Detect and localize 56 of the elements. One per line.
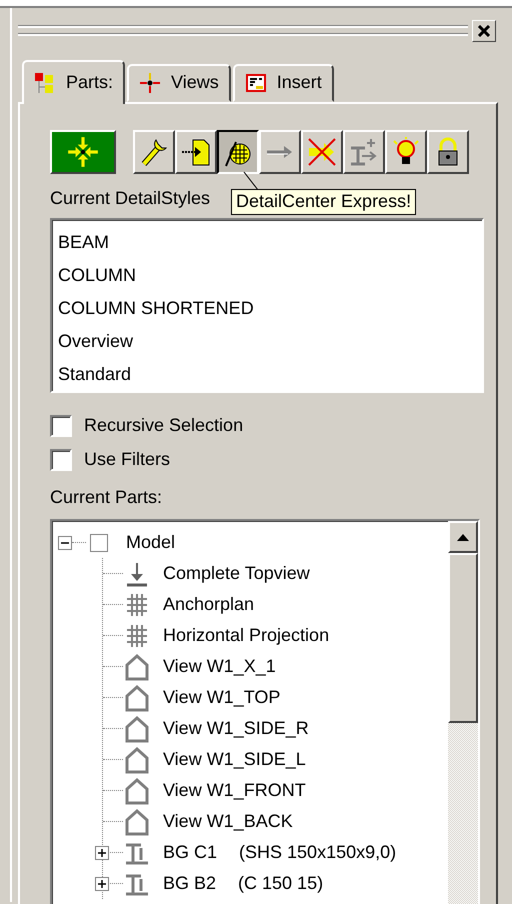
- form-icon: [244, 72, 267, 94]
- list-item[interactable]: Overview: [58, 325, 476, 358]
- list-item[interactable]: Standard: [58, 358, 476, 391]
- expand-icon[interactable]: [95, 846, 109, 860]
- tree-item[interactable]: View W1_BACK: [163, 810, 293, 832]
- tab[interactable]: Views: [127, 64, 231, 102]
- list-item[interactable]: COLUMN: [58, 259, 476, 292]
- tree-item[interactable]: Anchorplan: [163, 594, 254, 616]
- tree-item[interactable]: BG B2: [163, 872, 216, 894]
- house-icon: [123, 652, 151, 680]
- leader-line: [243, 171, 259, 192]
- profile-text: (SHS 150x150x9,0): [239, 842, 396, 864]
- tree-checkbox[interactable]: [90, 534, 108, 552]
- arrows-icon: [66, 135, 100, 169]
- profile-text: (C 150 15): [238, 872, 324, 894]
- tree-item[interactable]: View W1_SIDE_R: [163, 718, 309, 740]
- house-icon: [123, 808, 151, 836]
- tree-item[interactable]: View W1_TOP: [163, 686, 280, 708]
- checkbox-label: Use Filters: [84, 449, 170, 471]
- tree-item[interactable]: Model: [126, 532, 176, 554]
- scroll-up-button[interactable]: [448, 521, 478, 553]
- tree-item[interactable]: BG C1: [163, 842, 218, 864]
- section-label: Current Parts:: [50, 487, 162, 507]
- tab[interactable]: Insert: [232, 64, 334, 102]
- list-item[interactable]: BEAM: [58, 226, 476, 259]
- expand-icon[interactable]: [95, 877, 109, 891]
- tree-item[interactable]: View W1_FRONT: [163, 780, 306, 802]
- house-icon: [123, 776, 151, 804]
- detail-styles-list[interactable]: BEAM COLUMN COLUMN SHORTENED Overview Standard: [50, 218, 484, 393]
- section-label: Current DetailStyles: [50, 188, 210, 208]
- tree-item[interactable]: View W1_X_1: [163, 656, 276, 678]
- house-icon: [123, 684, 151, 712]
- tree-item[interactable]: Horizontal Projection: [163, 624, 330, 646]
- scrollbar[interactable]: [448, 521, 478, 904]
- toolbar-button[interactable]: [217, 130, 259, 174]
- tooltip: DetailCenter Express!: [231, 189, 416, 215]
- checkbox-label: Recursive Selection: [84, 415, 244, 437]
- checkbox[interactable]: [50, 415, 72, 437]
- close-button[interactable]: [472, 20, 496, 42]
- express-button[interactable]: [50, 130, 116, 174]
- arrows-icon: [139, 72, 162, 94]
- tab[interactable]: Parts:: [22, 60, 126, 104]
- parts-tree[interactable]: Model Complete Topview Anchorplan Horizontal Projection View W1_X_1 View W1_TOP View W1_SIDE_R View W1_SIDE_L View W1_FRONT View W1_BACK BG C1 (SHS 150x150x9,0) BG B2 (C 150 15): [50, 519, 480, 904]
- up-arrow-icon: [457, 534, 469, 540]
- house-icon: [123, 714, 151, 742]
- panel-grip[interactable]: [18, 26, 468, 36]
- tree-item[interactable]: View W1_SIDE_L: [163, 748, 306, 770]
- list-item[interactable]: COLUMN SHORTENED: [58, 292, 476, 325]
- checkbox[interactable]: [50, 449, 72, 471]
- tree-item[interactable]: Complete Topview: [163, 562, 310, 584]
- collapse-icon[interactable]: [58, 536, 72, 550]
- close-icon: [478, 25, 490, 37]
- arrow-cross-icon: [306, 136, 338, 168]
- tree-icon: [34, 72, 56, 94]
- house-icon: [123, 746, 151, 774]
- scrollbar-thumb[interactable]: [448, 553, 478, 723]
